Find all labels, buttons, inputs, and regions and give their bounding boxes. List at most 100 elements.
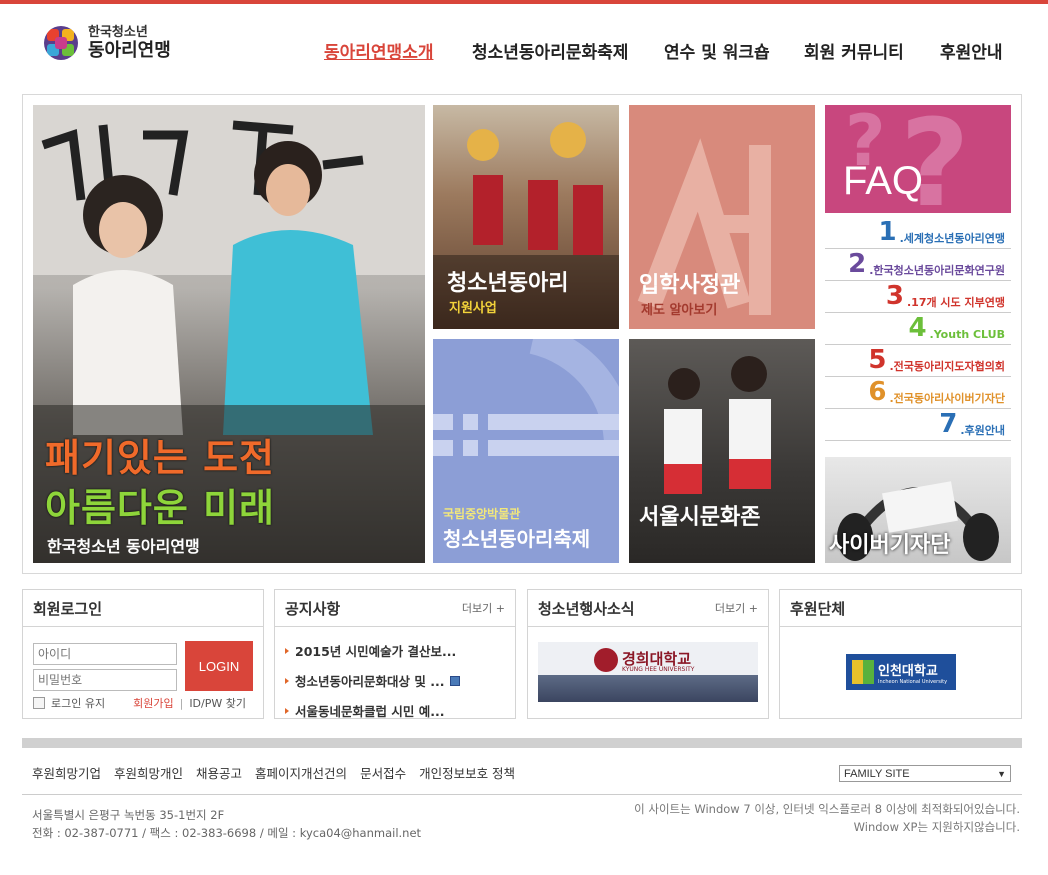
faq-link-item[interactable]: 1 .세계청소년동아리연맹 — [825, 217, 1011, 249]
notice-item[interactable]: 2015년 시민예술가 결산보... — [285, 641, 515, 660]
events-box: 청소년행사소식 더보기 + 경희대학교 KYUNG HEE UNIVERSITY — [527, 589, 769, 719]
login-title: 회원로그인 — [33, 599, 103, 618]
kyunghee-name-en: KYUNG HEE UNIVERSITY — [622, 666, 695, 673]
browser-note-1: 이 사이트는 Window 7 이상, 인터넷 익스플로러 8 이상에 최적화되… — [634, 802, 1020, 816]
dropdown-arrow-icon: ▼ — [997, 768, 1006, 779]
tile-admission-title: 입학사정관 — [639, 273, 741, 298]
tile-culture-zone[interactable]: 서울시문화존 — [629, 339, 815, 563]
top-accent-line — [0, 0, 1048, 4]
id-input[interactable] — [33, 643, 177, 665]
main-banner-line1: 패기있는 도전 — [45, 436, 275, 480]
incheon-name: 인천대학교 — [878, 663, 938, 679]
tile-club-support-title: 청소년동아리 — [447, 271, 569, 296]
faq-link-item[interactable]: 7 .후원안내 — [825, 409, 1011, 441]
main-banner-line3: 한국청소년 동아리연맹 — [47, 537, 200, 556]
notice-title: 공지사항 — [285, 599, 341, 618]
faq-link-number: 4 — [908, 313, 927, 343]
login-button[interactable]: LOGIN — [185, 641, 253, 691]
faq-link-item[interactable]: 4 .Youth CLUB — [825, 313, 1011, 345]
family-site-select[interactable]: FAMILY SITE ▼ — [839, 765, 1011, 782]
kyunghee-banner[interactable]: 경희대학교 KYUNG HEE UNIVERSITY — [538, 642, 758, 702]
family-site-label: FAMILY SITE — [844, 767, 910, 780]
tile-culture-zone-title: 서울시문화존 — [639, 505, 761, 530]
faq-link-label: .후원안내 — [960, 423, 1005, 437]
tile-festival-title: 청소년동아리축제 — [443, 527, 591, 551]
footer-nav: 후원희망기업 후원희망개인 채용공고 홈페이지개선건의 문서접수 개인정보보호 … — [32, 763, 515, 782]
logo-text-big: 동아리연맹 — [88, 39, 171, 61]
footer-link[interactable]: 채용공고 — [196, 763, 242, 782]
faq-link-item[interactable]: 2 .한국청소년동아리문화연구원 — [825, 249, 1011, 281]
info-boxes: 회원로그인 LOGIN 로그인 유지 회원가입 | ID/PW 찾기 공지사항 … — [22, 589, 1022, 719]
faq-link-label: .전국동아리사이버기자단 — [889, 391, 1006, 405]
address-text: 서울특별시 은평구 녹번동 35-1번지 2F — [32, 808, 225, 822]
faq-link-list: 1 .세계청소년동아리연맹 2 .한국청소년동아리문화연구원 3.17개 시도 지부연맹… — [825, 217, 1011, 443]
faq-link-label: .한국청소년동아리문화연구원 — [869, 263, 1005, 277]
footer-link[interactable]: 홈페이지개선건의 — [255, 763, 347, 782]
faq-link-number: 1 — [878, 217, 897, 247]
nav-about[interactable]: 동아리연맹소개 — [324, 38, 433, 63]
nav-community[interactable]: 회원 커뮤니티 — [804, 38, 904, 63]
tile-admission-sub: 제도 알아보기 — [641, 303, 718, 318]
footer-link[interactable]: 후원희망기업 — [32, 763, 101, 782]
notice-item[interactable]: 서울동네문화클럽 시민 예... — [285, 701, 515, 720]
incheon-emblem-icon — [852, 660, 874, 684]
bullet-icon — [285, 677, 289, 684]
browser-notice: 이 사이트는 Window 7 이상, 인터넷 익스플로러 8 이상에 최적화되… — [634, 800, 1020, 837]
faq-link-number: 7 — [939, 409, 958, 439]
login-box: 회원로그인 LOGIN 로그인 유지 회원가입 | ID/PW 찾기 — [22, 589, 264, 719]
footer-divider — [22, 738, 1022, 748]
nav-workshop[interactable]: 연수 및 워크숍 — [664, 38, 770, 63]
incheon-name-en: Incheon National University — [878, 678, 948, 685]
footer-address: 서울특별시 은평구 녹번동 35-1번지 2F 전화 : 02-387-0771… — [32, 806, 421, 843]
faq-link-label: .17개 시도 지부연맹 — [907, 295, 1005, 309]
faq-link-number: 3 — [885, 281, 904, 311]
logo-emblem-icon — [44, 26, 78, 61]
bullet-icon — [285, 707, 289, 714]
tile-faq[interactable]: ? ? FAQ — [825, 105, 1011, 213]
notice-box: 공지사항 더보기 + 2015년 시민예술가 결산보... 청소년동아리문화대상… — [274, 589, 516, 719]
join-link[interactable]: 회원가입 — [133, 695, 173, 711]
sponsors-box: 후원단체 인천대학교 Incheon National University — [779, 589, 1022, 719]
notice-list: 2015년 시민예술가 결산보... 청소년동아리문화대상 및 ... 서울동네… — [275, 641, 515, 720]
faq-link-item[interactable]: 6 .전국동아리사이버기자단 — [825, 377, 1011, 409]
password-input[interactable] — [33, 669, 177, 691]
tile-club-support[interactable]: 청소년동아리 지원사업 — [433, 105, 619, 329]
separator: | — [179, 696, 184, 710]
incheon-logo[interactable]: 인천대학교 Incheon National University — [846, 654, 956, 690]
bullet-icon — [285, 647, 289, 654]
find-idpw-link[interactable]: ID/PW 찾기 — [189, 695, 246, 711]
faq-link-number: 2 — [848, 249, 867, 279]
faq-link-label: .세계청소년동아리연맹 — [899, 231, 1005, 245]
events-title: 청소년행사소식 — [538, 599, 635, 618]
tile-festival-sub: 국립중앙박물관 — [443, 507, 521, 521]
sponsors-title: 후원단체 — [790, 599, 846, 618]
faq-link-item[interactable]: 5 .전국동아리지도자협의회 — [825, 345, 1011, 377]
events-more-link[interactable]: 더보기 + — [715, 600, 758, 616]
site-logo[interactable]: 한국청소년 동아리연맹 — [44, 26, 171, 61]
footer-link[interactable]: 개인정보보호 정책 — [419, 763, 515, 782]
main-banner[interactable]: 패기있는 도전 아름다운 미래 한국청소년 동아리연맹 — [33, 105, 425, 563]
logo-text-small: 한국청소년 — [88, 25, 148, 40]
tile-festival[interactable]: 국립중앙박물관 청소년동아리축제 — [433, 339, 619, 563]
contact-text: 전화 : 02-387-0771 / 팩스 : 02-383-6698 / 메일… — [32, 826, 422, 841]
tile-club-support-sub: 지원사업 — [449, 301, 497, 316]
faq-link-label: .전국동아리지도자협의회 — [889, 359, 1006, 373]
notice-more-link[interactable]: 더보기 + — [462, 600, 505, 616]
main-visual: 패기있는 도전 아름다운 미래 한국청소년 동아리연맹 청소년동아리 지원사업 … — [22, 94, 1022, 574]
tile-cyber-reporters-title: 사이버기자단 — [829, 533, 951, 558]
remember-label: 로그인 유지 — [51, 697, 106, 710]
remember-checkbox[interactable] — [33, 697, 45, 709]
login-options: 로그인 유지 회원가입 | ID/PW 찾기 — [33, 695, 246, 711]
footer-link[interactable]: 후원희망개인 — [114, 763, 183, 782]
faq-link-item[interactable]: 3.17개 시도 지부연맹 — [825, 281, 1011, 313]
attachment-icon — [450, 675, 461, 686]
tile-cyber-reporters[interactable]: 사이버기자단 — [825, 457, 1011, 563]
notice-item[interactable]: 청소년동아리문화대상 및 ... — [285, 671, 515, 690]
nav-sponsor[interactable]: 후원안내 — [940, 38, 1003, 63]
kyunghee-emblem-icon — [594, 648, 618, 672]
footer-link[interactable]: 문서접수 — [360, 763, 406, 782]
nav-festival[interactable]: 청소년동아리문화축제 — [472, 38, 628, 63]
tile-admission[interactable]: 입학사정관 제도 알아보기 — [629, 105, 815, 329]
tile-faq-title: FAQ — [843, 159, 924, 203]
main-navigation: 동아리연맹소개 청소년동아리문화축제 연수 및 워크숍 회원 커뮤니티 후원안내 — [300, 38, 1040, 64]
